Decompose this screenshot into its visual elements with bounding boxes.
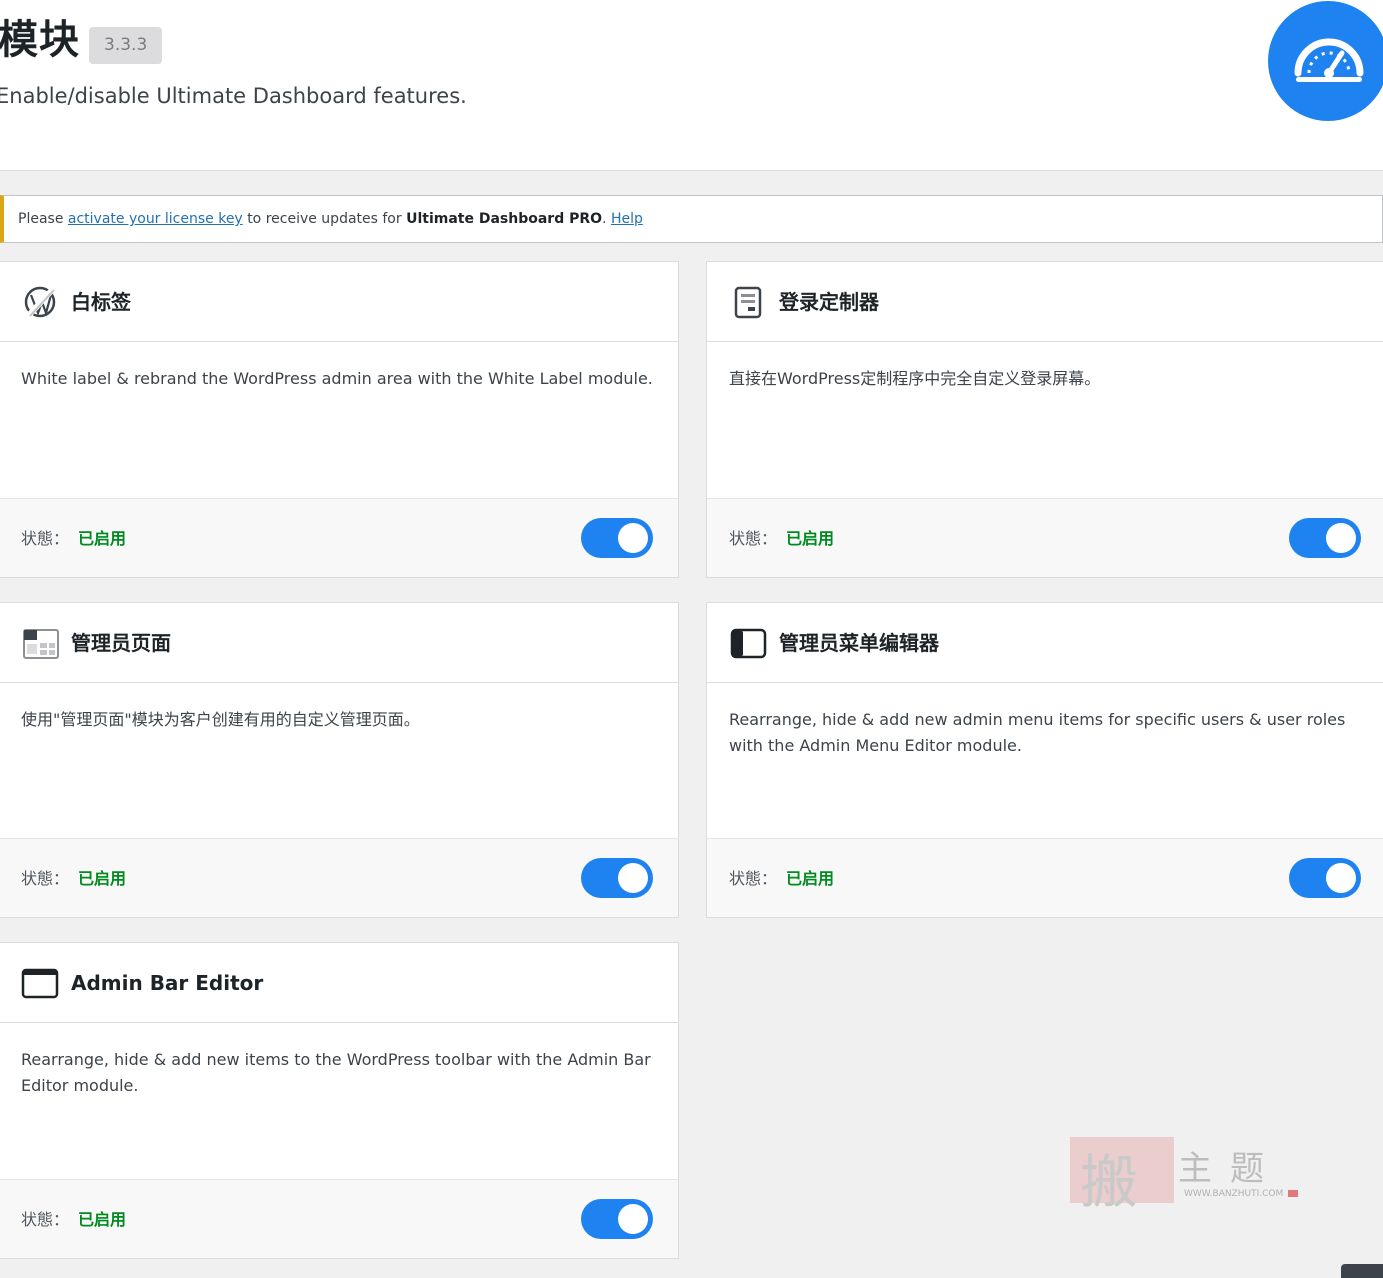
page-title: 模块 [0,17,80,63]
status-value: 已启用 [786,529,835,548]
card-footer: 状態： 已启用 [0,1179,678,1258]
card-header: 管理员页面 [0,603,678,683]
browser-window-icon [21,964,59,1002]
page-subtitle: Enable/disable Ultimate Dashboard featur… [0,84,467,108]
toggle-knob [618,1204,648,1234]
status-value: 已启用 [78,1210,127,1229]
card-header: Admin Bar Editor [0,943,678,1023]
card-header: 管理员菜单编辑器 [707,603,1383,683]
help-link[interactable]: Help [611,211,643,227]
module-toggle-admin-bar-editor[interactable] [581,1199,653,1239]
card-footer: 状態： 已启用 [707,838,1383,917]
watermark: 搬 主题 WWW.BANZHUTI.COM [1070,1135,1300,1216]
status-label: 状態： [21,529,70,548]
card-title: 管理员页面 [71,631,171,655]
status-label: 状態： [729,529,778,548]
notice-prefix: Please [18,211,64,227]
dashboard-speedometer-icon [1268,1,1383,121]
toggle-knob [1326,523,1356,553]
activate-license-link[interactable]: activate your license key [68,211,243,227]
admin-pages-icon [21,624,59,662]
module-card-login-customizer: 登录定制器 直接在WordPress定制程序中完全自定义登录屏幕。 状態： 已启… [706,261,1383,578]
notice-middle: to receive updates for [247,211,402,227]
module-card-admin-menu-editor: 管理员菜单编辑器 Rearrange, hide & add new admin… [706,602,1383,918]
watermark-main: 搬 [1080,1148,1139,1216]
card-footer: 状態： 已启用 [0,838,678,917]
status-value: 已启用 [78,869,127,888]
notice-product: Ultimate Dashboard PRO [406,211,603,227]
license-notice: Please activate your license key to rece… [0,195,1383,243]
sidebar-layout-icon [729,624,767,662]
card-title: Admin Bar Editor [71,971,264,995]
module-toggle-white-label[interactable] [581,518,653,558]
toggle-knob [618,863,648,893]
module-card-admin-bar-editor: Admin Bar Editor Rearrange, hide & add n… [0,942,679,1259]
toggle-knob [1326,863,1356,893]
status-value: 已启用 [786,869,835,888]
watermark-dot [1288,1190,1298,1197]
login-page-icon [729,283,767,321]
card-footer: 状態： 已启用 [0,498,678,577]
status-label: 状態： [729,869,778,888]
corner-widget[interactable] [1341,1264,1383,1278]
card-description: 直接在WordPress定制程序中完全自定义登录屏幕。 [729,369,1101,388]
status-value: 已启用 [78,529,127,548]
card-description: Rearrange, hide & add new items to the W… [21,1050,651,1095]
card-description: 使用"管理页面"模块为客户创建有用的自定义管理页面。 [21,710,420,729]
watermark-text: 主题 [1178,1149,1282,1189]
module-card-admin-pages: 管理员页面 使用"管理页面"模块为客户创建有用的自定义管理页面。 状態： 已启用 [0,602,679,918]
toggle-knob [618,523,648,553]
card-footer: 状態： 已启用 [707,498,1383,577]
status-label: 状態： [21,869,70,888]
status-label: 状態： [21,1210,70,1229]
card-title: 管理员菜单编辑器 [779,631,939,655]
card-title: 登录定制器 [779,290,879,314]
page-header: 模块 3.3.3 Enable/disable Ultimate Dashboa… [0,0,1383,171]
card-description: White label & rebrand the WordPress admi… [21,369,653,388]
card-description: Rearrange, hide & add new admin menu ite… [729,710,1346,755]
module-toggle-login-customizer[interactable] [1289,518,1361,558]
watermark-url: WWW.BANZHUTI.COM [1184,1189,1284,1199]
version-badge: 3.3.3 [89,27,163,64]
module-toggle-admin-menu-editor[interactable] [1289,858,1361,898]
wordpress-icon [21,283,59,321]
card-title: 白标签 [71,290,131,314]
card-header: 登录定制器 [707,262,1383,342]
notice-period: . [602,211,607,227]
module-toggle-admin-pages[interactable] [581,858,653,898]
module-card-white-label: 白标签 White label & rebrand the WordPress … [0,261,679,578]
card-header: 白标签 [0,262,678,342]
